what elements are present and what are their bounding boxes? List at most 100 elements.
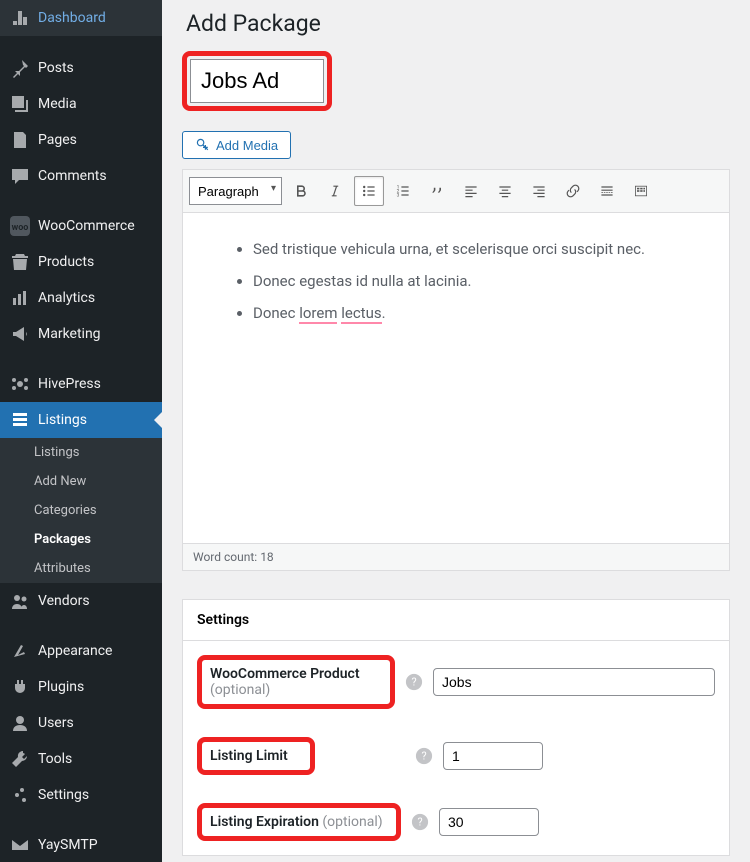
- sidebar-item-label: Analytics: [38, 290, 95, 306]
- analytics-icon: [10, 288, 30, 308]
- align-right-button[interactable]: [524, 176, 554, 206]
- users-icon: [10, 713, 30, 733]
- sidebar-item-marketing[interactable]: Marketing: [0, 316, 162, 352]
- submenu-item-add-new[interactable]: Add New: [0, 467, 162, 496]
- media-icon: [195, 137, 211, 153]
- sidebar-item-label: Appearance: [38, 643, 112, 659]
- sidebar-item-pages[interactable]: Pages: [0, 122, 162, 158]
- sidebar-item-listings[interactable]: Listings: [0, 402, 162, 438]
- appearance-icon: [10, 641, 30, 661]
- add-media-button[interactable]: Add Media: [182, 131, 291, 159]
- vendors-icon: [10, 591, 30, 611]
- sidebar-item-vendors[interactable]: Vendors: [0, 583, 162, 619]
- sidebar-item-plugins[interactable]: Plugins: [0, 669, 162, 705]
- toolbar-toggle-button[interactable]: [626, 176, 656, 206]
- listings-icon: [10, 410, 30, 430]
- sidebar-item-label: Listings: [38, 412, 87, 428]
- woocommerce-product-label-highlight: WooCommerce Product (optional): [197, 655, 395, 709]
- sidebar-item-tools[interactable]: Tools: [0, 741, 162, 777]
- comment-icon: [10, 166, 30, 186]
- sidebar-item-hivepress[interactable]: HivePress: [0, 366, 162, 402]
- italic-button[interactable]: [320, 176, 350, 206]
- numbered-list-button[interactable]: 123: [388, 176, 418, 206]
- sidebar-item-label: Users: [38, 715, 74, 731]
- svg-text:?: ?: [421, 750, 426, 763]
- svg-text:?: ?: [411, 676, 416, 689]
- product-icon: [10, 252, 30, 272]
- sidebar-item-label: Marketing: [38, 326, 101, 342]
- help-icon[interactable]: ?: [411, 813, 429, 831]
- align-left-button[interactable]: [456, 176, 486, 206]
- marketing-icon: [10, 324, 30, 344]
- submenu-item-packages[interactable]: Packages: [0, 525, 162, 554]
- content-list-item: Sed tristique vehicula urna, et sceleris…: [253, 233, 699, 265]
- sidebar-item-label: Plugins: [38, 679, 84, 695]
- quote-button[interactable]: [422, 176, 452, 206]
- align-center-button[interactable]: [490, 176, 520, 206]
- insert-more-button[interactable]: [592, 176, 622, 206]
- submenu-item-attributes[interactable]: Attributes: [0, 554, 162, 583]
- svg-text:3: 3: [397, 193, 400, 199]
- sidebar-item-label: Comments: [38, 168, 107, 184]
- hive-icon: [10, 374, 30, 394]
- pin-icon: [10, 58, 30, 78]
- paragraph-select[interactable]: Paragraph: [189, 177, 282, 205]
- word-count-value: 18: [260, 550, 274, 564]
- content-list-item: Donec lorem lectus.: [253, 297, 699, 329]
- admin-sidebar: Dashboard Posts Media Pages Comments wooWooCo…: [0, 0, 162, 862]
- sidebar-item-media[interactable]: Media: [0, 86, 162, 122]
- plugins-icon: [10, 677, 30, 697]
- optional-text: (optional): [210, 682, 270, 698]
- settings-header: Settings: [183, 600, 729, 641]
- sidebar-item-label: Tools: [38, 751, 72, 767]
- sidebar-item-label: Posts: [38, 60, 74, 76]
- sidebar-item-label: Dashboard: [38, 10, 106, 26]
- editor-box: Paragraph 123 Sed tristique vehicula urn…: [182, 169, 730, 544]
- sidebar-item-users[interactable]: Users: [0, 705, 162, 741]
- sidebar-item-label: Pages: [38, 132, 77, 148]
- settings-panel: Settings WooCommerce Product (optional) …: [182, 599, 730, 856]
- svg-text:?: ?: [417, 816, 422, 829]
- listing-expiration-label-highlight: Listing Expiration (optional): [197, 803, 401, 841]
- woocommerce-product-input[interactable]: [433, 668, 715, 696]
- link-button[interactable]: [558, 176, 588, 206]
- sidebar-item-analytics[interactable]: Analytics: [0, 280, 162, 316]
- submenu-item-categories[interactable]: Categories: [0, 496, 162, 525]
- listing-expiration-input[interactable]: [439, 808, 539, 836]
- sidebar-item-appearance[interactable]: Appearance: [0, 633, 162, 669]
- help-icon[interactable]: ?: [415, 747, 433, 765]
- sidebar-item-label: YaySMTP: [38, 837, 98, 853]
- sidebar-item-dashboard[interactable]: Dashboard: [0, 0, 162, 36]
- sidebar-item-products[interactable]: Products: [0, 244, 162, 280]
- editor-content[interactable]: Sed tristique vehicula urna, et sceleris…: [183, 213, 729, 543]
- word-count-bar: Word count: 18: [182, 544, 730, 571]
- svg-text:woo: woo: [12, 223, 29, 233]
- page-title: Add Package: [186, 10, 730, 37]
- sidebar-item-settings[interactable]: Settings: [0, 777, 162, 813]
- editor-toolbar: Paragraph 123: [183, 170, 729, 213]
- settings-icon: [10, 785, 30, 805]
- sidebar-item-yaysmtp[interactable]: YaySMTP: [0, 827, 162, 862]
- setting-row-listing-expiration: Listing Expiration (optional) ?: [183, 789, 729, 855]
- listing-limit-label-highlight: Listing Limit: [197, 737, 315, 775]
- submenu: ListingsAdd NewCategoriesPackagesAttribu…: [0, 438, 162, 583]
- sidebar-item-comments[interactable]: Comments: [0, 158, 162, 194]
- submenu-item-listings[interactable]: Listings: [0, 438, 162, 467]
- setting-row-woocommerce: WooCommerce Product (optional) ?: [183, 641, 729, 723]
- help-icon[interactable]: ?: [405, 673, 423, 691]
- optional-text: (optional): [322, 814, 382, 830]
- dashboard-icon: [10, 8, 30, 28]
- listing-limit-input[interactable]: [443, 742, 543, 770]
- sidebar-item-posts[interactable]: Posts: [0, 50, 162, 86]
- woo-icon: woo: [10, 216, 30, 236]
- sidebar-item-label: Settings: [38, 787, 89, 803]
- package-title-input[interactable]: [190, 59, 324, 103]
- bold-button[interactable]: [286, 176, 316, 206]
- page-icon: [10, 130, 30, 150]
- sidebar-item-woocommerce[interactable]: wooWooCommerce: [0, 208, 162, 244]
- listing-limit-label: Listing Limit: [210, 748, 288, 764]
- sidebar-item-label: Vendors: [38, 593, 90, 609]
- word-count-label: Word count:: [193, 550, 260, 564]
- bullet-list-button[interactable]: [354, 176, 384, 206]
- woocommerce-product-label: WooCommerce Product: [210, 666, 360, 682]
